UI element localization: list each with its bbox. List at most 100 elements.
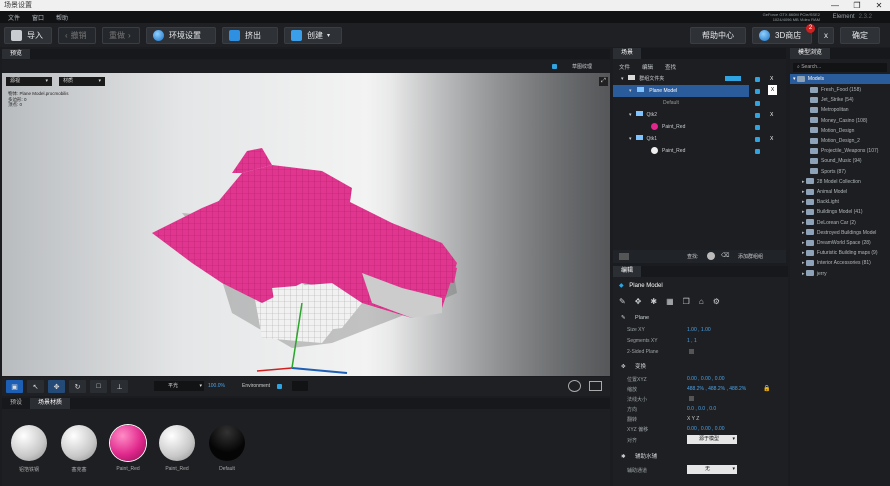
align-dropdown[interactable]: 源于模型 ▾	[687, 435, 737, 444]
material-ball[interactable]	[11, 425, 47, 461]
library-item[interactable]: ▸ DeLorean Car (2)	[790, 218, 890, 228]
gear-icon[interactable]: ✱	[650, 297, 657, 306]
library-item[interactable]: Sports (87)	[790, 167, 890, 177]
library-item[interactable]: ▸ DreamWorld Space (28)	[790, 238, 890, 248]
shading-dropdown[interactable]: 平光 ▾	[154, 381, 204, 391]
scene-menu-find[interactable]: 查找	[665, 63, 676, 71]
scene-row-qtk2[interactable]: ▾ Qtk2 X	[613, 109, 786, 121]
scene-row-default[interactable]: Default	[613, 97, 786, 109]
scene-row-qtk1[interactable]: ▾ Qtk1 X	[613, 133, 786, 145]
lock-icon[interactable]: 🔒	[763, 385, 770, 392]
undo-button[interactable]: ‹ 撤销	[58, 26, 96, 44]
library-item[interactable]: ▸ Animal Model	[790, 187, 890, 197]
minimize-icon[interactable]: —	[824, 0, 846, 11]
offset-value[interactable]: 0.00 , 0.00 , 0.00	[687, 426, 725, 432]
maximize-icon[interactable]: ❐	[846, 0, 868, 11]
delete-icon[interactable]: X	[770, 133, 773, 145]
visibility-checkbox[interactable]	[755, 113, 760, 118]
3d-store-button[interactable]: 3D商店 2	[752, 24, 815, 44]
move-icon[interactable]: ✥	[635, 297, 642, 306]
toggle-icon[interactable]	[725, 76, 741, 81]
direction-value[interactable]: 0.0 , 0.0 , 0.0	[687, 406, 716, 412]
library-item[interactable]: Projectile_Weapons (107)	[790, 146, 890, 156]
library-item[interactable]: ▸ BackLight	[790, 197, 890, 207]
visibility-checkbox[interactable]	[755, 89, 760, 94]
visibility-checkbox[interactable]	[755, 125, 760, 130]
help-center-button[interactable]: 帮助中心	[690, 27, 746, 44]
rotate-icon[interactable]: ↻	[69, 380, 86, 393]
delete-icon[interactable]: X	[768, 85, 777, 95]
extrude-button[interactable]: 挤出	[222, 26, 278, 44]
visibility-checkbox[interactable]	[755, 149, 760, 154]
library-item[interactable]: ▸ 28 Model Collection	[790, 177, 890, 187]
material-ball[interactable]	[209, 425, 245, 461]
tab-scene-materials[interactable]: 场景材质	[30, 398, 71, 409]
scene-row-root[interactable]: ▾ 群组文件夹 X	[613, 73, 786, 85]
scale-icon[interactable]: □	[90, 380, 107, 393]
scale-value[interactable]: 488.2% , 488.2% , 488.2%	[687, 386, 746, 392]
checker-icon[interactable]: ▦	[666, 297, 674, 306]
tab-preview[interactable]: 预览	[2, 49, 31, 59]
aux-channel-dropdown[interactable]: 无 ▾	[687, 465, 737, 474]
close-button[interactable]: x	[818, 27, 834, 44]
section-transform[interactable]: ✥ 变换	[613, 361, 788, 373]
3d-viewport[interactable]: ⤢ 源视 ▾ 材质 ▾ 物体: Plane Model.procmobilis 多边…	[2, 73, 610, 376]
select-arrow-icon[interactable]: ↖	[27, 380, 44, 393]
scene-row-material[interactable]: Paint_Red	[613, 145, 786, 157]
section-aux[interactable]: ✱ 辅助水辅	[613, 451, 788, 463]
create-button[interactable]: 创建 ▾	[284, 26, 342, 44]
library-search-input[interactable]: ⌕ Search...	[793, 63, 887, 72]
menu-file[interactable]: 文件	[8, 13, 20, 22]
library-item[interactable]: Sound_Music (94)	[790, 156, 890, 166]
monitor-icon[interactable]	[589, 381, 602, 391]
tab-scene[interactable]: 场景	[613, 48, 642, 59]
library-item[interactable]: ▸ Destroyed Buildings Model	[790, 228, 890, 238]
tab-edit[interactable]: 编辑	[613, 266, 642, 277]
folder-icon[interactable]	[619, 253, 629, 260]
camera-icon[interactable]: ▣	[6, 380, 23, 393]
material-ball[interactable]	[110, 425, 146, 461]
material-ball[interactable]	[159, 425, 195, 461]
library-item[interactable]: Fresh_Food (158)	[790, 85, 890, 95]
trash-icon[interactable]: ⌫	[721, 252, 729, 259]
flip-value[interactable]: X Y Z	[687, 416, 699, 422]
scene-row-material[interactable]: Paint_Red	[613, 121, 786, 133]
library-root[interactable]: ▾ Models	[790, 74, 890, 84]
library-item[interactable]: ▸ Futuristic Building maps (9)	[790, 248, 890, 258]
environment-checkbox[interactable]	[277, 384, 282, 389]
position-value[interactable]: 0.00 , 0.00 , 0.00	[687, 376, 725, 382]
move-icon[interactable]: ✥	[48, 380, 65, 393]
material-ball[interactable]	[61, 425, 97, 461]
redo-button[interactable]: 重做 ›	[102, 26, 140, 44]
import-button[interactable]: 导入	[4, 26, 52, 44]
copy-icon[interactable]: ❐	[683, 297, 690, 306]
library-item[interactable]: Jet_Strike (54)	[790, 95, 890, 105]
normal-size-checkbox[interactable]	[689, 396, 694, 401]
axis-icon[interactable]: ⊥	[111, 380, 128, 393]
delete-icon[interactable]: X	[770, 109, 773, 121]
library-item[interactable]: Motion_Design_2	[790, 136, 890, 146]
tab-presets[interactable]: 预设	[2, 398, 30, 409]
tab-model-browser[interactable]: 模型浏览	[790, 48, 831, 59]
search-icon[interactable]	[707, 252, 715, 260]
library-item[interactable]: ▸ jerry	[790, 269, 890, 279]
scene-menu-edit[interactable]: 编辑	[642, 63, 653, 71]
library-item[interactable]: ▸ Interior Accessories (81)	[790, 258, 890, 268]
visibility-checkbox[interactable]	[755, 101, 760, 106]
settings-icon[interactable]: ⚙	[713, 297, 720, 306]
close-icon[interactable]: ✕	[868, 0, 890, 11]
add-group-button[interactable]: 添加群组组	[738, 253, 763, 260]
visibility-checkbox[interactable]	[755, 137, 760, 142]
menu-help[interactable]: 帮助	[56, 13, 68, 22]
environment-swatch[interactable]	[292, 381, 308, 391]
library-item[interactable]: ▸ Buildings Model (41)	[790, 207, 890, 217]
bend-icon[interactable]: ⌂	[699, 297, 704, 306]
size-xy-value[interactable]: 1.00 , 1.00	[687, 327, 711, 333]
sketch-texture-checkbox[interactable]	[552, 64, 557, 69]
section-plane[interactable]: ✎ Plane	[613, 312, 788, 324]
scene-menu-file[interactable]: 文件	[619, 63, 630, 71]
ok-button[interactable]: 确定	[840, 27, 880, 44]
visibility-checkbox[interactable]	[755, 77, 760, 82]
delete-icon[interactable]: X	[770, 73, 773, 85]
wrench-icon[interactable]: ✎	[619, 297, 626, 306]
